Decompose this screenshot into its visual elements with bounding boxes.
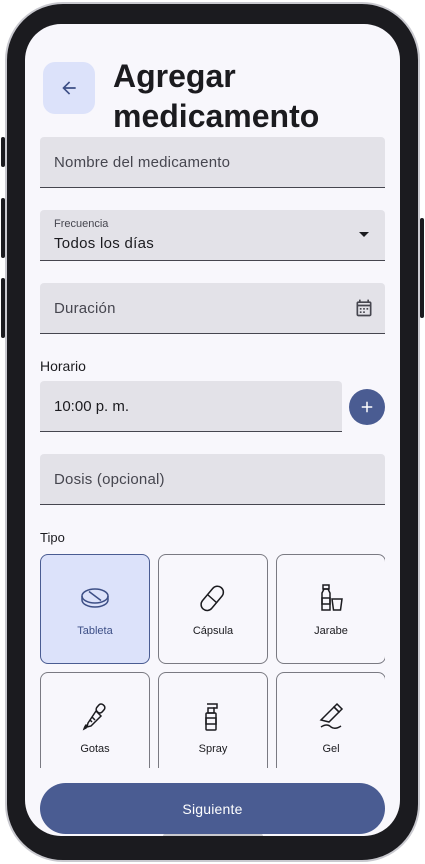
back-button[interactable] [43,62,95,114]
duration-placeholder: Duración [54,300,116,317]
gel-icon [277,701,385,735]
calendar-icon[interactable] [353,297,375,319]
type-label: Tipo [40,530,65,545]
duration-field[interactable]: Duración [40,283,385,334]
frequency-select[interactable]: Frecuencia Todos los días [40,210,385,261]
power-button [420,218,424,318]
syrup-icon [277,583,385,617]
type-card-gel[interactable]: Gel [276,672,385,768]
type-card-spray[interactable]: Spray [158,672,268,768]
add-time-button[interactable] [349,389,385,425]
arrow-left-icon [62,81,76,95]
type-card-syrup[interactable]: Jarabe [276,554,385,664]
volume-down-button [1,278,5,338]
schedule-label: Horario [40,358,86,374]
schedule-time-field[interactable]: 10:00 p. m. [40,381,342,432]
medication-name-placeholder: Nombre del medicamento [54,154,231,171]
page-title: Agregar medicamento [113,58,320,134]
dropdown-arrow-icon [353,224,375,246]
type-card-capsule[interactable]: Cápsula [158,554,268,664]
home-indicator [163,834,263,836]
schedule-time-value: 10:00 p. m. [54,398,130,415]
header: Agregar medicamento [43,56,390,136]
frequency-label: Frecuencia [54,218,109,230]
type-label-tablet: Tableta [77,625,113,637]
type-label-drops: Gotas [80,743,110,755]
dropper-icon [41,701,149,735]
type-card-tablet[interactable]: Tableta [40,554,150,664]
medication-name-field[interactable]: Nombre del medicamento [40,137,385,188]
spray-icon [159,701,267,735]
frequency-value: Todos los días [54,235,155,252]
type-grid: Tableta Cápsula Jarabe Gotas Spray Gel [40,554,385,768]
app-screen: Agregar medicamento Nombre del medicamen… [25,24,400,836]
type-label-spray: Spray [198,743,228,755]
type-label-capsule: Cápsula [192,625,234,637]
tablet-icon [41,583,149,617]
capsule-icon [159,583,267,617]
next-button[interactable]: Siguiente [40,783,385,834]
mute-switch [1,137,5,167]
dose-placeholder: Dosis (opcional) [54,471,165,488]
type-label-syrup: Jarabe [314,625,348,637]
volume-up-button [1,198,5,258]
type-card-drops[interactable]: Gotas [40,672,150,768]
type-label-gel: Gel [322,743,340,755]
dose-field[interactable]: Dosis (opcional) [40,454,385,505]
plus-icon [361,401,373,413]
